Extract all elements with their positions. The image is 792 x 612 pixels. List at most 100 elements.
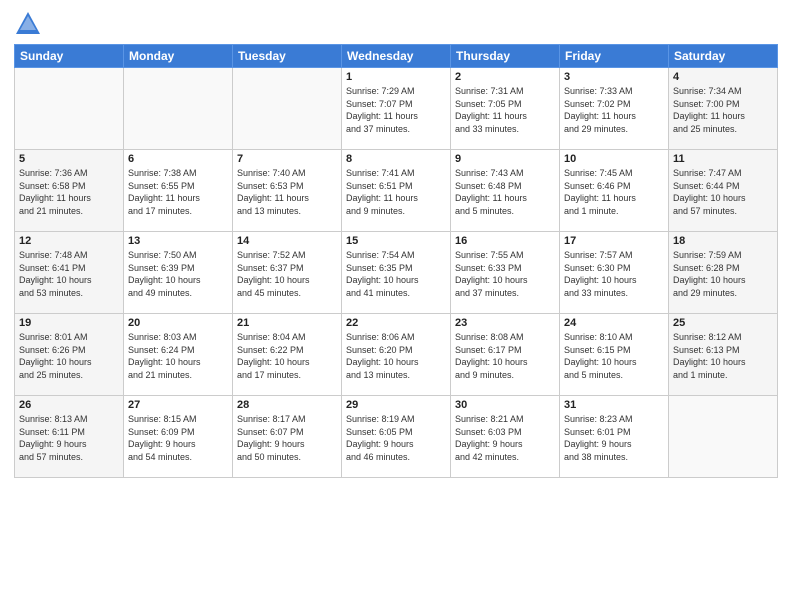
weekday-header-wednesday: Wednesday bbox=[342, 45, 451, 68]
day-cell bbox=[15, 68, 124, 150]
day-info: Sunrise: 8:06 AM Sunset: 6:20 PM Dayligh… bbox=[346, 331, 446, 381]
day-number: 5 bbox=[19, 153, 119, 165]
day-cell: 3 Sunrise: 7:33 AM Sunset: 7:02 PM Daylig… bbox=[560, 68, 669, 150]
logo bbox=[14, 10, 46, 38]
week-row-2: 5Sunrise: 7:36 AM Sunset: 6:58 PM Daylig… bbox=[15, 150, 778, 232]
day-cell: 31 Sunrise: 8:23 AM Sunset: 6:01 PM Dayli… bbox=[560, 396, 669, 478]
day-info: Sunrise: 8:04 AM Sunset: 6:22 PM Dayligh… bbox=[237, 331, 337, 381]
day-number: 18 bbox=[673, 235, 773, 247]
day-cell: 18 Sunrise: 7:59 AM Sunset: 6:28 PM Dayli… bbox=[669, 232, 778, 314]
day-info: Sunrise: 8:21 AM Sunset: 6:03 PM Dayligh… bbox=[455, 413, 555, 463]
day-cell: 20 Sunrise: 8:03 AM Sunset: 6:24 PM Dayli… bbox=[124, 314, 233, 396]
day-info: Sunrise: 8:23 AM Sunset: 6:01 PM Dayligh… bbox=[564, 413, 664, 463]
day-number: 17 bbox=[564, 235, 664, 247]
day-info: Sunrise: 7:43 AM Sunset: 6:48 PM Dayligh… bbox=[455, 167, 555, 217]
day-info: Sunrise: 7:41 AM Sunset: 6:51 PM Dayligh… bbox=[346, 167, 446, 217]
day-info: Sunrise: 7:33 AM Sunset: 7:02 PM Dayligh… bbox=[564, 85, 664, 135]
day-number: 7 bbox=[237, 153, 337, 165]
day-number: 29 bbox=[346, 399, 446, 411]
week-row-1: 1 Sunrise: 7:29 AM Sunset: 7:07 PM Daylig… bbox=[15, 68, 778, 150]
day-number: 6 bbox=[128, 153, 228, 165]
day-number: 11 bbox=[673, 153, 773, 165]
day-number: 9 bbox=[455, 153, 555, 165]
day-info: Sunrise: 7:52 AM Sunset: 6:37 PM Dayligh… bbox=[237, 249, 337, 299]
day-info: Sunrise: 7:55 AM Sunset: 6:33 PM Dayligh… bbox=[455, 249, 555, 299]
day-cell: 7 Sunrise: 7:40 AM Sunset: 6:53 PM Daylig… bbox=[233, 150, 342, 232]
week-row-4: 19 Sunrise: 8:01 AM Sunset: 6:26 PM Dayli… bbox=[15, 314, 778, 396]
day-info: Sunrise: 7:34 AM Sunset: 7:00 PM Dayligh… bbox=[673, 85, 773, 135]
day-info: Sunrise: 8:01 AM Sunset: 6:26 PM Dayligh… bbox=[19, 331, 119, 381]
day-cell: 5Sunrise: 7:36 AM Sunset: 6:58 PM Daylig… bbox=[15, 150, 124, 232]
day-number: 16 bbox=[455, 235, 555, 247]
day-cell: 21 Sunrise: 8:04 AM Sunset: 6:22 PM Dayli… bbox=[233, 314, 342, 396]
day-cell bbox=[669, 396, 778, 478]
day-info: Sunrise: 7:54 AM Sunset: 6:35 PM Dayligh… bbox=[346, 249, 446, 299]
week-row-3: 12 Sunrise: 7:48 AM Sunset: 6:41 PM Dayli… bbox=[15, 232, 778, 314]
day-number: 26 bbox=[19, 399, 119, 411]
day-info: Sunrise: 8:10 AM Sunset: 6:15 PM Dayligh… bbox=[564, 331, 664, 381]
day-number: 10 bbox=[564, 153, 664, 165]
day-number: 20 bbox=[128, 317, 228, 329]
day-info: Sunrise: 8:13 AM Sunset: 6:11 PM Dayligh… bbox=[19, 413, 119, 463]
day-number: 19 bbox=[19, 317, 119, 329]
day-cell: 17Sunrise: 7:57 AM Sunset: 6:30 PM Dayli… bbox=[560, 232, 669, 314]
day-cell: 27Sunrise: 8:15 AM Sunset: 6:09 PM Dayli… bbox=[124, 396, 233, 478]
day-cell: 28 Sunrise: 8:17 AM Sunset: 6:07 PM Dayli… bbox=[233, 396, 342, 478]
day-number: 25 bbox=[673, 317, 773, 329]
day-cell: 15 Sunrise: 7:54 AM Sunset: 6:35 PM Dayli… bbox=[342, 232, 451, 314]
day-number: 3 bbox=[564, 71, 664, 83]
day-info: Sunrise: 7:29 AM Sunset: 7:07 PM Dayligh… bbox=[346, 85, 446, 135]
weekday-header-sunday: Sunday bbox=[15, 45, 124, 68]
day-cell bbox=[233, 68, 342, 150]
day-cell: 19 Sunrise: 8:01 AM Sunset: 6:26 PM Dayli… bbox=[15, 314, 124, 396]
day-info: Sunrise: 7:50 AM Sunset: 6:39 PM Dayligh… bbox=[128, 249, 228, 299]
day-info: Sunrise: 7:59 AM Sunset: 6:28 PM Dayligh… bbox=[673, 249, 773, 299]
day-info: Sunrise: 7:40 AM Sunset: 6:53 PM Dayligh… bbox=[237, 167, 337, 217]
day-cell: 26 Sunrise: 8:13 AM Sunset: 6:11 PM Dayli… bbox=[15, 396, 124, 478]
day-number: 28 bbox=[237, 399, 337, 411]
weekday-header-monday: Monday bbox=[124, 45, 233, 68]
day-info: Sunrise: 8:15 AM Sunset: 6:09 PM Dayligh… bbox=[128, 413, 228, 463]
header bbox=[14, 10, 778, 38]
day-number: 14 bbox=[237, 235, 337, 247]
day-cell: 11Sunrise: 7:47 AM Sunset: 6:44 PM Dayli… bbox=[669, 150, 778, 232]
day-cell: 23 Sunrise: 8:08 AM Sunset: 6:17 PM Dayli… bbox=[451, 314, 560, 396]
day-cell bbox=[124, 68, 233, 150]
day-number: 21 bbox=[237, 317, 337, 329]
day-cell: 25 Sunrise: 8:12 AM Sunset: 6:13 PM Dayli… bbox=[669, 314, 778, 396]
day-cell: 10 Sunrise: 7:45 AM Sunset: 6:46 PM Dayli… bbox=[560, 150, 669, 232]
calendar: SundayMondayTuesdayWednesdayThursdayFrid… bbox=[14, 44, 778, 478]
day-number: 23 bbox=[455, 317, 555, 329]
day-cell: 24 Sunrise: 8:10 AM Sunset: 6:15 PM Dayli… bbox=[560, 314, 669, 396]
day-cell: 4Sunrise: 7:34 AM Sunset: 7:00 PM Daylig… bbox=[669, 68, 778, 150]
day-number: 12 bbox=[19, 235, 119, 247]
day-info: Sunrise: 8:03 AM Sunset: 6:24 PM Dayligh… bbox=[128, 331, 228, 381]
day-cell: 12 Sunrise: 7:48 AM Sunset: 6:41 PM Dayli… bbox=[15, 232, 124, 314]
day-number: 30 bbox=[455, 399, 555, 411]
weekday-header-tuesday: Tuesday bbox=[233, 45, 342, 68]
day-info: Sunrise: 8:12 AM Sunset: 6:13 PM Dayligh… bbox=[673, 331, 773, 381]
day-info: Sunrise: 7:31 AM Sunset: 7:05 PM Dayligh… bbox=[455, 85, 555, 135]
day-cell: 1 Sunrise: 7:29 AM Sunset: 7:07 PM Daylig… bbox=[342, 68, 451, 150]
weekday-header-saturday: Saturday bbox=[669, 45, 778, 68]
day-number: 1 bbox=[346, 71, 446, 83]
day-info: Sunrise: 8:19 AM Sunset: 6:05 PM Dayligh… bbox=[346, 413, 446, 463]
day-number: 13 bbox=[128, 235, 228, 247]
day-number: 24 bbox=[564, 317, 664, 329]
day-cell: 22Sunrise: 8:06 AM Sunset: 6:20 PM Dayli… bbox=[342, 314, 451, 396]
day-cell: 29 Sunrise: 8:19 AM Sunset: 6:05 PM Dayli… bbox=[342, 396, 451, 478]
day-cell: 16 Sunrise: 7:55 AM Sunset: 6:33 PM Dayli… bbox=[451, 232, 560, 314]
logo-icon bbox=[14, 10, 42, 38]
day-number: 31 bbox=[564, 399, 664, 411]
day-cell: 6Sunrise: 7:38 AM Sunset: 6:55 PM Daylig… bbox=[124, 150, 233, 232]
day-info: Sunrise: 8:08 AM Sunset: 6:17 PM Dayligh… bbox=[455, 331, 555, 381]
day-cell: 14 Sunrise: 7:52 AM Sunset: 6:37 PM Dayli… bbox=[233, 232, 342, 314]
day-info: Sunrise: 7:45 AM Sunset: 6:46 PM Dayligh… bbox=[564, 167, 664, 217]
day-cell: 13 Sunrise: 7:50 AM Sunset: 6:39 PM Dayli… bbox=[124, 232, 233, 314]
day-info: Sunrise: 8:17 AM Sunset: 6:07 PM Dayligh… bbox=[237, 413, 337, 463]
day-cell: 9 Sunrise: 7:43 AM Sunset: 6:48 PM Daylig… bbox=[451, 150, 560, 232]
day-cell: 8Sunrise: 7:41 AM Sunset: 6:51 PM Daylig… bbox=[342, 150, 451, 232]
page: SundayMondayTuesdayWednesdayThursdayFrid… bbox=[0, 0, 792, 612]
day-info: Sunrise: 7:48 AM Sunset: 6:41 PM Dayligh… bbox=[19, 249, 119, 299]
day-number: 15 bbox=[346, 235, 446, 247]
